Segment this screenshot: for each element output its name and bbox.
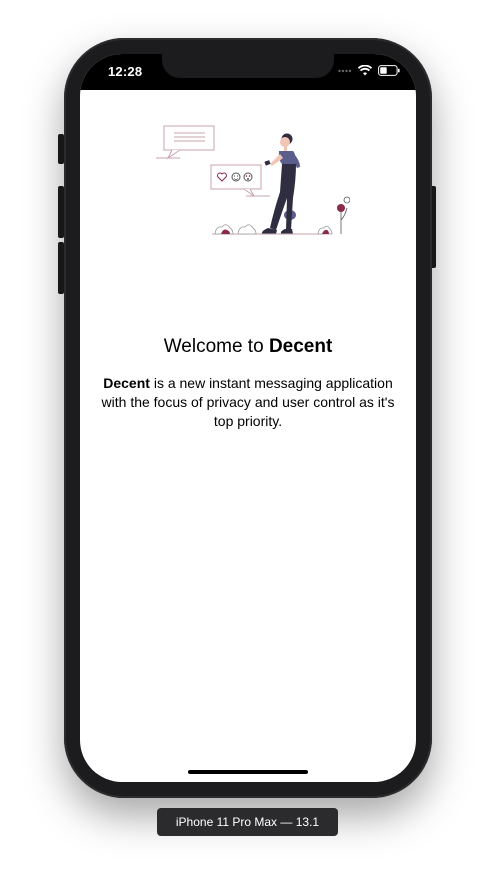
chat-bubble-icon xyxy=(156,125,215,160)
welcome-title-prefix: Welcome to xyxy=(163,336,269,357)
signal-dots-icon xyxy=(338,69,352,72)
bush-icon xyxy=(237,224,257,235)
bush-icon xyxy=(214,224,234,235)
messaging-illustration xyxy=(156,125,350,235)
bush-icon xyxy=(317,225,333,235)
status-bar: 12:28 xyxy=(80,54,416,90)
status-time: 12:28 xyxy=(108,64,143,79)
description-app-name: Decent xyxy=(103,375,150,391)
app-screen: 12:28 Welcome to Decent Decent is a new … xyxy=(80,54,416,782)
wifi-icon xyxy=(358,65,372,76)
welcome-title: Welcome to Decent xyxy=(80,336,416,358)
woman-figure xyxy=(261,133,300,234)
status-icons xyxy=(338,65,400,76)
simulator-stage: 12:28 Welcome to Decent Decent is a new … xyxy=(0,0,496,872)
reaction-bubble-icon xyxy=(210,164,270,197)
home-indicator[interactable] xyxy=(188,770,308,774)
notch xyxy=(162,54,334,78)
welcome-description: Decent is a new instant messaging applic… xyxy=(90,374,406,431)
flower-icon xyxy=(337,196,350,234)
device-label: iPhone 11 Pro Max — 13.1 xyxy=(157,808,338,836)
welcome-title-app: Decent xyxy=(268,336,333,357)
battery-icon xyxy=(378,65,400,76)
